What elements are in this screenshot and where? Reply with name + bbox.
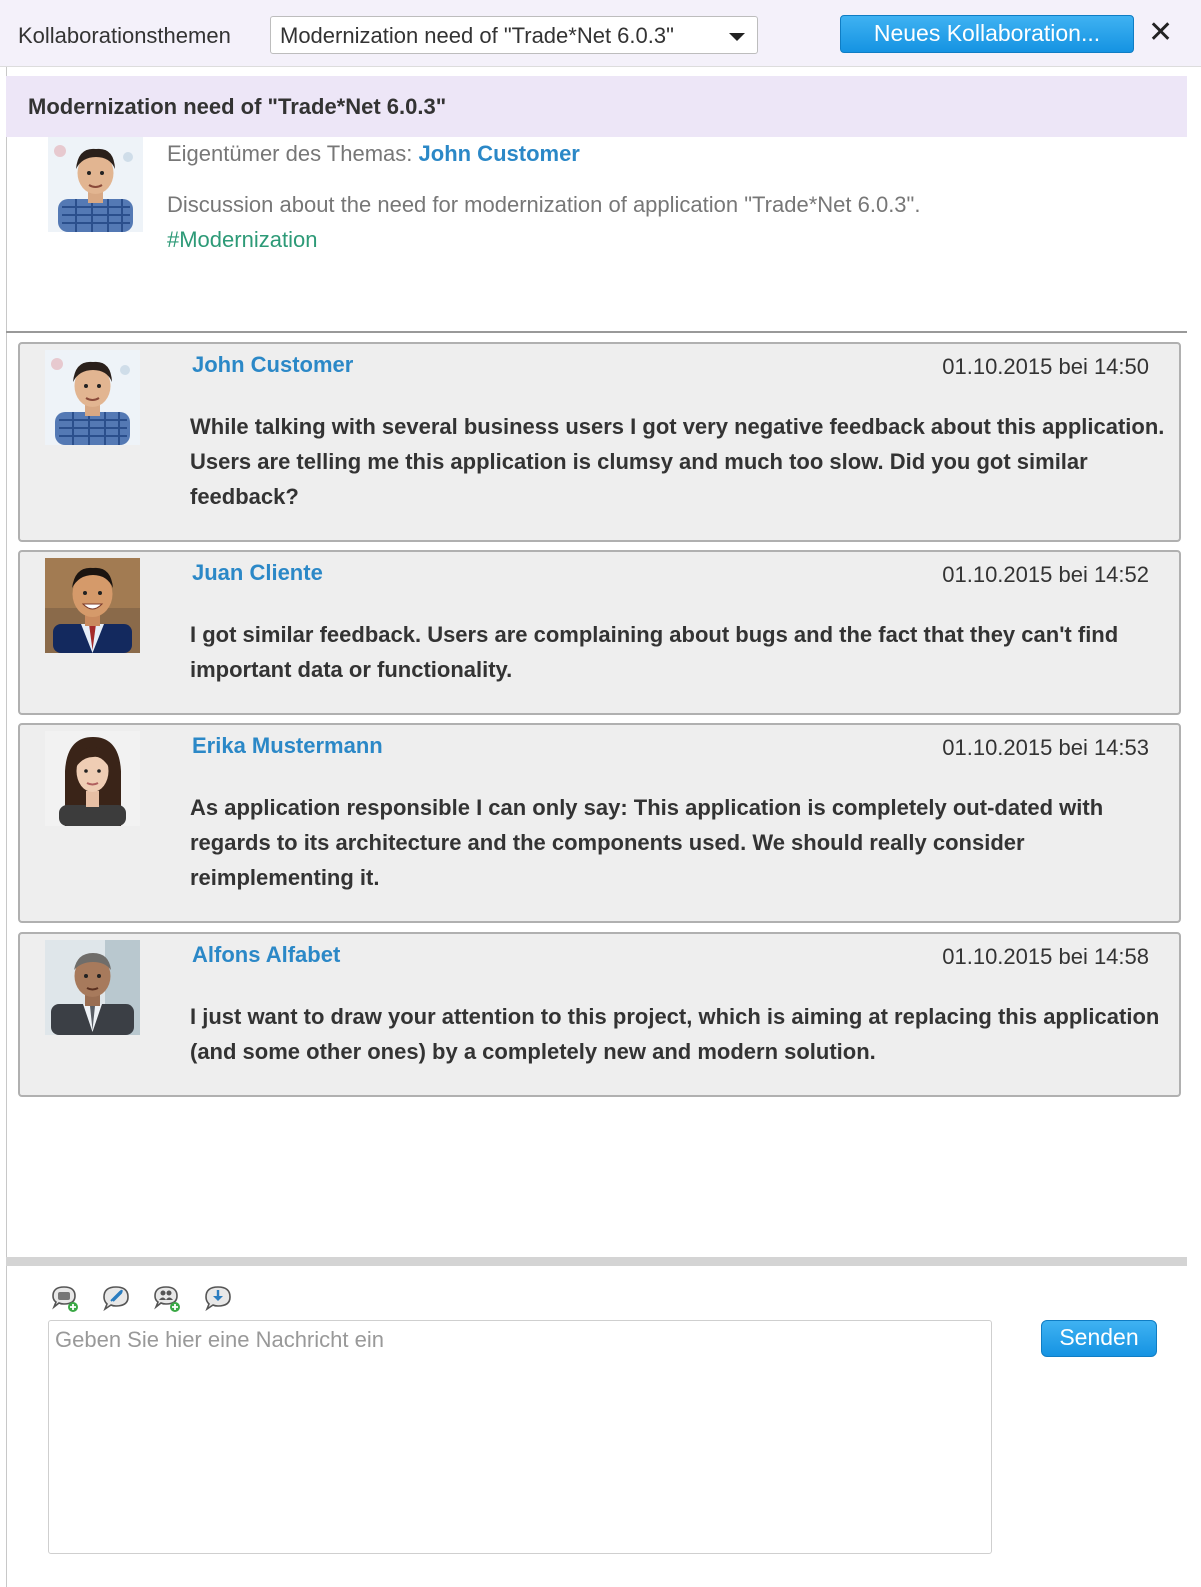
message-timestamp: 01.10.2015 bei 14:58 <box>942 944 1149 969</box>
avatar <box>45 350 140 445</box>
avatar <box>45 940 140 1035</box>
owner-label: Eigentümer des Themas: <box>167 141 413 166</box>
topic-tag-link[interactable]: #Modernization <box>167 227 317 253</box>
message-item: Erika Mustermann 01.10.2015 bei 14:53 As… <box>18 723 1181 923</box>
topic-owner: Eigentümer des Themas: John Customer <box>167 141 580 167</box>
message-text: As application responsible I can only sa… <box>190 795 1104 890</box>
message-item: Juan Cliente 01.10.2015 bei 14:52 I got … <box>18 550 1181 715</box>
avatar <box>45 558 140 653</box>
close-icon[interactable]: ✕ <box>1148 16 1173 50</box>
add-comment-icon[interactable] <box>50 1283 80 1313</box>
new-collaboration-button[interactable]: Neues Kollaboration... <box>840 15 1134 53</box>
message-author-link[interactable]: John Customer <box>192 352 353 378</box>
topic-select-value: Modernization need of "Trade*Net 6.0.3" <box>280 23 674 48</box>
divider <box>6 331 1187 333</box>
topic-title: Modernization need of "Trade*Net 6.0.3" <box>28 94 447 119</box>
topics-label: Kollaborationsthemen <box>18 23 231 48</box>
message-author-link[interactable]: Alfons Alfabet <box>192 942 340 968</box>
composer-separator <box>6 1257 1187 1266</box>
message-text: I got similar feedback. Users are compla… <box>190 622 1119 682</box>
left-edge-rule <box>6 60 7 1587</box>
attach-icon[interactable] <box>101 1283 131 1313</box>
message-text: While talking with several business user… <box>190 414 1165 509</box>
topic-header: Modernization need of "Trade*Net 6.0.3" <box>6 76 1187 137</box>
message-item: John Customer 01.10.2015 bei 14:50 While… <box>18 342 1181 542</box>
avatar <box>45 731 140 826</box>
message-author-link[interactable]: Erika Mustermann <box>192 733 383 759</box>
message-timestamp: 01.10.2015 bei 14:53 <box>942 735 1149 760</box>
owner-name-link[interactable]: John Customer <box>419 141 580 166</box>
topic-select[interactable]: Modernization need of "Trade*Net 6.0.3" <box>270 16 758 54</box>
chevron-down-icon[interactable] <box>729 33 745 41</box>
message-text: I just want to draw your attention to th… <box>190 1004 1160 1064</box>
message-input[interactable] <box>48 1320 992 1554</box>
owner-avatar <box>48 137 143 232</box>
message-author-link[interactable]: Juan Cliente <box>192 560 323 586</box>
message-timestamp: 01.10.2015 bei 14:50 <box>942 354 1149 379</box>
send-button[interactable]: Senden <box>1041 1320 1157 1357</box>
toolbar: Kollaborationsthemen Modernization need … <box>0 0 1201 67</box>
message-timestamp: 01.10.2015 bei 14:52 <box>942 562 1149 587</box>
topic-description: Discussion about the need for modernizat… <box>167 192 921 217</box>
download-icon[interactable] <box>203 1283 233 1313</box>
add-participant-icon[interactable] <box>152 1283 182 1313</box>
message-item: Alfons Alfabet 01.10.2015 bei 14:58 I ju… <box>18 932 1181 1097</box>
